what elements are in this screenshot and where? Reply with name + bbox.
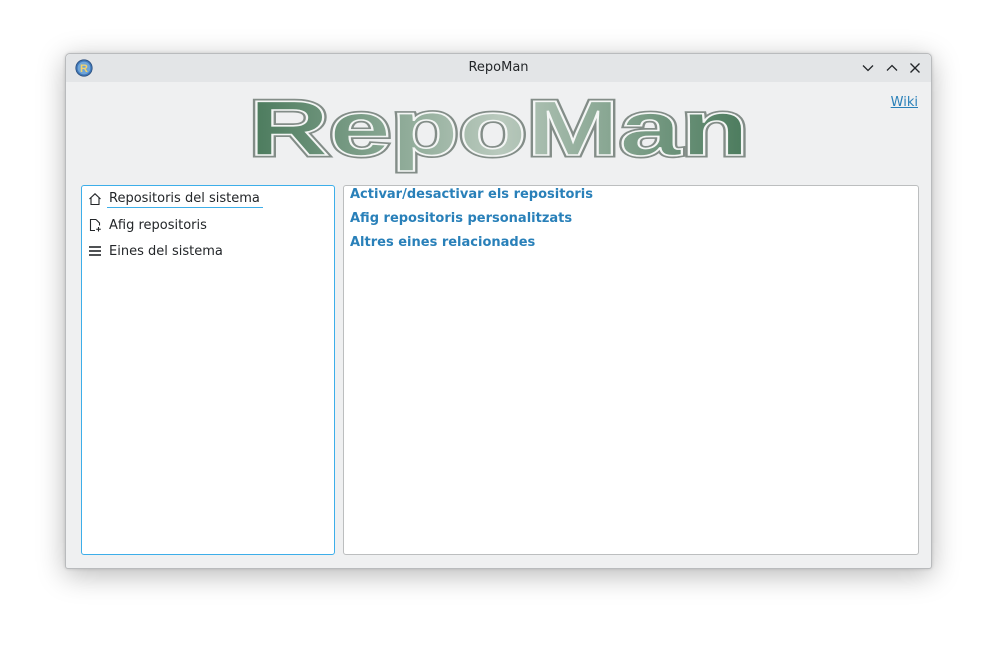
sidebar-item-label: Afig repositoris	[109, 217, 207, 233]
sidebar-item-label: Repositoris del sistema	[107, 191, 263, 208]
wiki-link[interactable]: Wiki	[891, 95, 918, 110]
add-document-icon	[87, 217, 103, 233]
menu-lines-icon	[87, 243, 103, 259]
sidebar-item-system-repositories[interactable]: Repositoris del sistema	[86, 188, 263, 210]
app-window: R RepoMan RepoMan RepoMan Wiki Repositor…	[65, 53, 932, 569]
title-bar[interactable]: R RepoMan	[66, 54, 931, 82]
maximize-icon	[886, 64, 898, 71]
toggle-repositories-link[interactable]: Activar/desactivar els repositoris	[350, 187, 593, 202]
content-panel: Activar/desactivar els repositoris Afig …	[343, 185, 919, 555]
sidebar-item-system-tools[interactable]: Eines del sistema	[86, 240, 223, 262]
sidebar-nav: Repositoris del sistema Afig repositoris	[81, 185, 335, 555]
minimize-icon	[862, 65, 874, 72]
sidebar-item-add-repositories[interactable]: Afig repositoris	[86, 214, 207, 236]
close-button[interactable]	[906, 59, 924, 77]
logo-text: RepoMan	[249, 88, 749, 172]
repoman-logo: RepoMan RepoMan	[247, 88, 752, 175]
home-icon	[87, 191, 103, 207]
related-tools-link[interactable]: Altres eines relacionades	[350, 235, 535, 250]
window-title: RepoMan	[468, 60, 529, 75]
maximize-button[interactable]	[883, 59, 901, 77]
minimize-button[interactable]	[859, 59, 877, 77]
sidebar-item-label: Eines del sistema	[109, 243, 223, 259]
close-icon	[910, 63, 920, 73]
add-custom-repositories-link[interactable]: Afig repositoris personalitzats	[350, 211, 572, 226]
